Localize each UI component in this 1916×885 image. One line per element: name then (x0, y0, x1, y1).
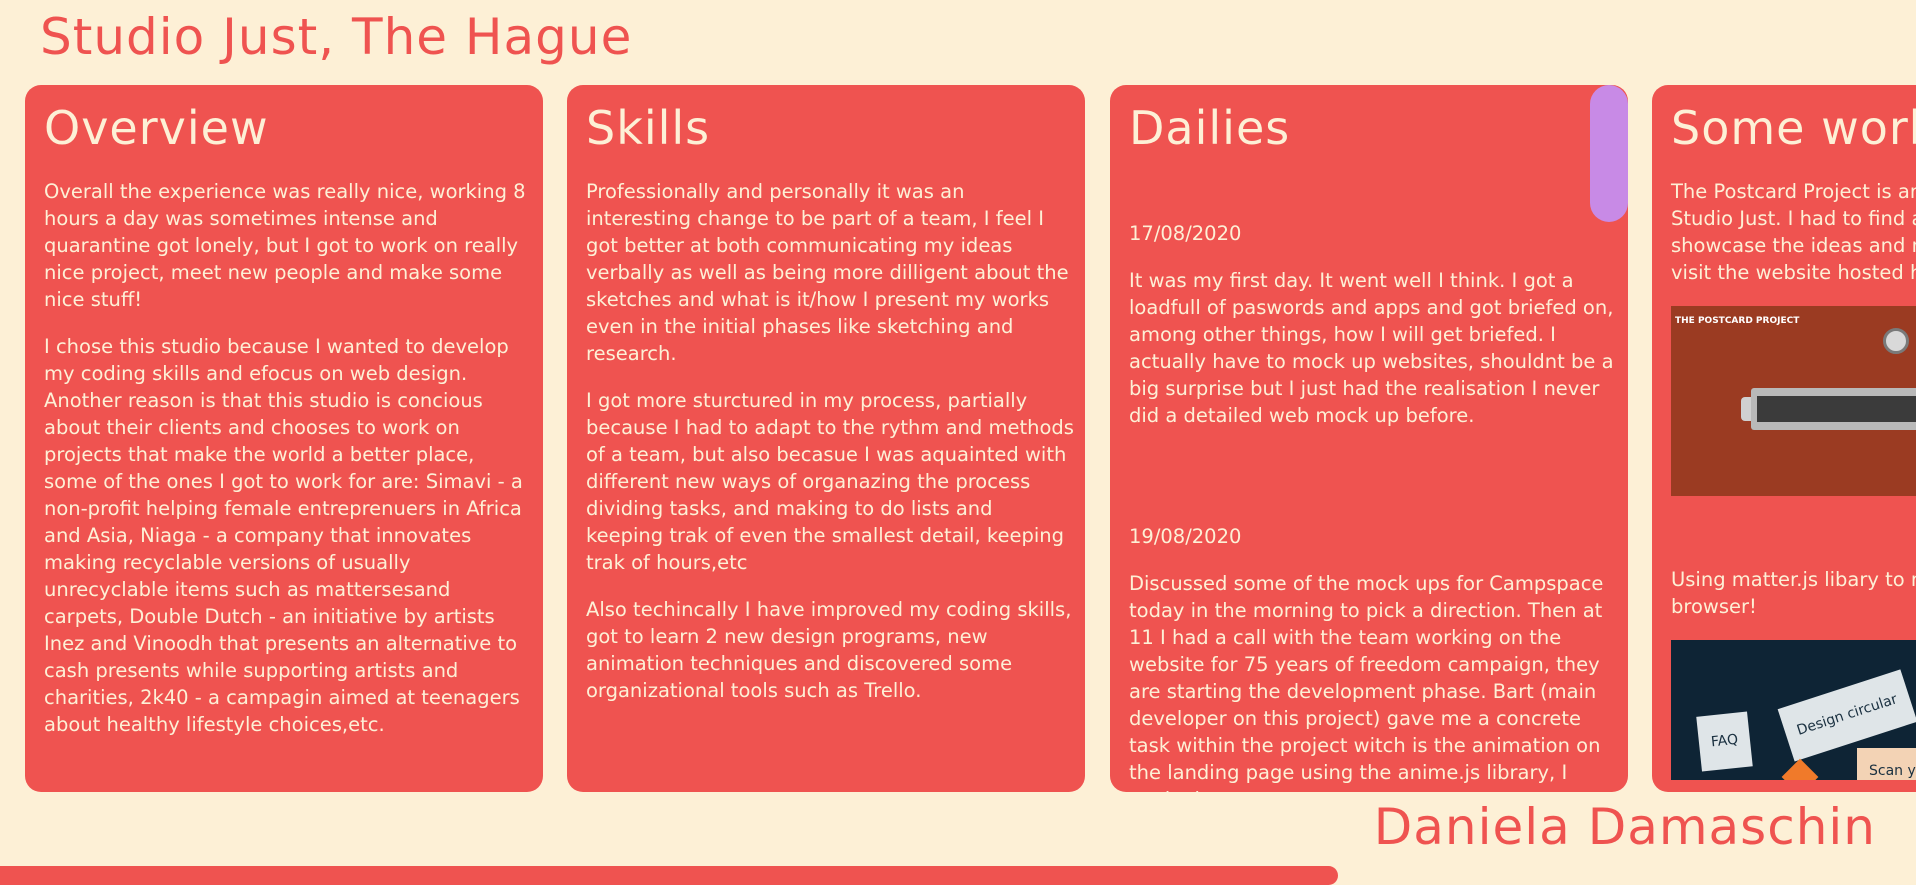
overview-body: Overall the experience was really nice, … (44, 178, 533, 758)
postcard-project-label: THE POSTCARD PROJECT (1675, 316, 1800, 326)
work-text-postcard: The Postcard Project is an initiative ma… (1671, 180, 1916, 284)
daily-spacer (1129, 449, 1618, 523)
device-shape (1751, 388, 1916, 430)
overview-paragraph: I chose this studio because I wanted to … (44, 335, 523, 736)
skills-card: Skills Professionally and personally it … (567, 85, 1085, 792)
dailies-title: Dailies (1129, 101, 1291, 155)
postcard-project-image[interactable]: THE POSTCARD PROJECT (1671, 306, 1916, 496)
skills-title: Skills (586, 101, 711, 155)
faq-tag: FAQ (1696, 711, 1753, 772)
skills-paragraph: Also techincally I have improved my codi… (586, 598, 1072, 702)
skills-paragraph: I got more sturctured in my process, par… (586, 389, 1074, 574)
scan-tag: Scan your (1857, 748, 1916, 780)
device-screen (1757, 396, 1916, 422)
matterjs-demo-image[interactable]: FAQ Design circular Scan your (1671, 640, 1916, 780)
daily-text: It was my first day. It went well I thin… (1129, 269, 1614, 427)
daily-date: 17/08/2020 (1129, 222, 1242, 245)
work-title: Some work (1671, 101, 1916, 155)
skills-paragraph: Professionally and personally it was an … (586, 180, 1069, 365)
overview-paragraph: Overall the experience was really nice, … (44, 180, 526, 311)
work-text-matter: Using matter.js libary to make physics w… (1671, 568, 1916, 618)
horizontal-scrollbar[interactable] (0, 866, 1338, 885)
cards-track: Overview Overall the experience was real… (0, 0, 1916, 885)
dailies-body: 17/08/2020 It was my first day. It went … (1129, 220, 1618, 792)
overview-title: Overview (44, 101, 269, 155)
daily-text: Discussed some of the mock ups for Camps… (1129, 572, 1604, 792)
author-name: Daniela Damaschin (1373, 798, 1876, 856)
work-card: Some work The Postcard Project is an ini… (1652, 85, 1916, 792)
daily-date: 19/08/2020 (1129, 525, 1242, 548)
skills-body: Professionally and personally it was an … (586, 178, 1075, 724)
orange-shape (1781, 758, 1819, 780)
work-body: The Postcard Project is an initiative ma… (1671, 178, 1916, 792)
dailies-card[interactable]: Dailies 17/08/2020 It was my first day. … (1110, 85, 1628, 792)
lens-icon (1883, 328, 1909, 354)
dailies-scrollbar-thumb[interactable] (1590, 85, 1628, 222)
overview-card: Overview Overall the experience was real… (25, 85, 543, 792)
